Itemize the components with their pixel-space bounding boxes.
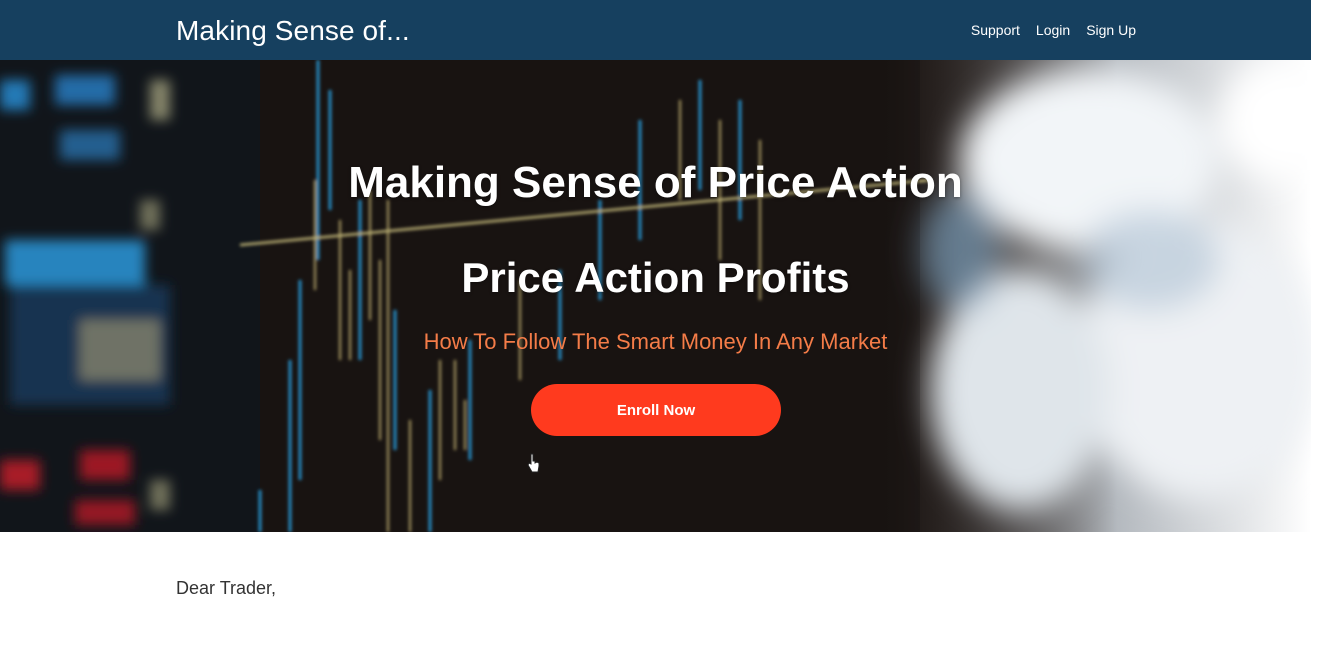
hero-subtitle: Price Action Profits [461, 254, 850, 301]
mouse-cursor-icon [527, 453, 540, 473]
hero-tagline: How To Follow The Smart Money In Any Mar… [423, 329, 888, 354]
nav-link-sign-up[interactable]: Sign Up [1086, 20, 1136, 40]
nav-link-login[interactable]: Login [1036, 20, 1070, 40]
enroll-now-button[interactable]: Enroll Now [531, 384, 781, 436]
brand-logo-link[interactable]: Making Sense of... [176, 13, 410, 49]
top-navbar: Making Sense of... Support Login Sign Up [0, 0, 1311, 60]
nav-links: Support Login Sign Up [971, 20, 1136, 40]
hero-title: Making Sense of Price Action [348, 158, 963, 207]
greeting-text: Dear Trader, [176, 578, 277, 598]
nav-link-support[interactable]: Support [971, 20, 1020, 40]
page-content: Dear Trader, [176, 576, 276, 600]
hero-banner: Making Sense of Price Action Price Actio… [0, 60, 1311, 532]
